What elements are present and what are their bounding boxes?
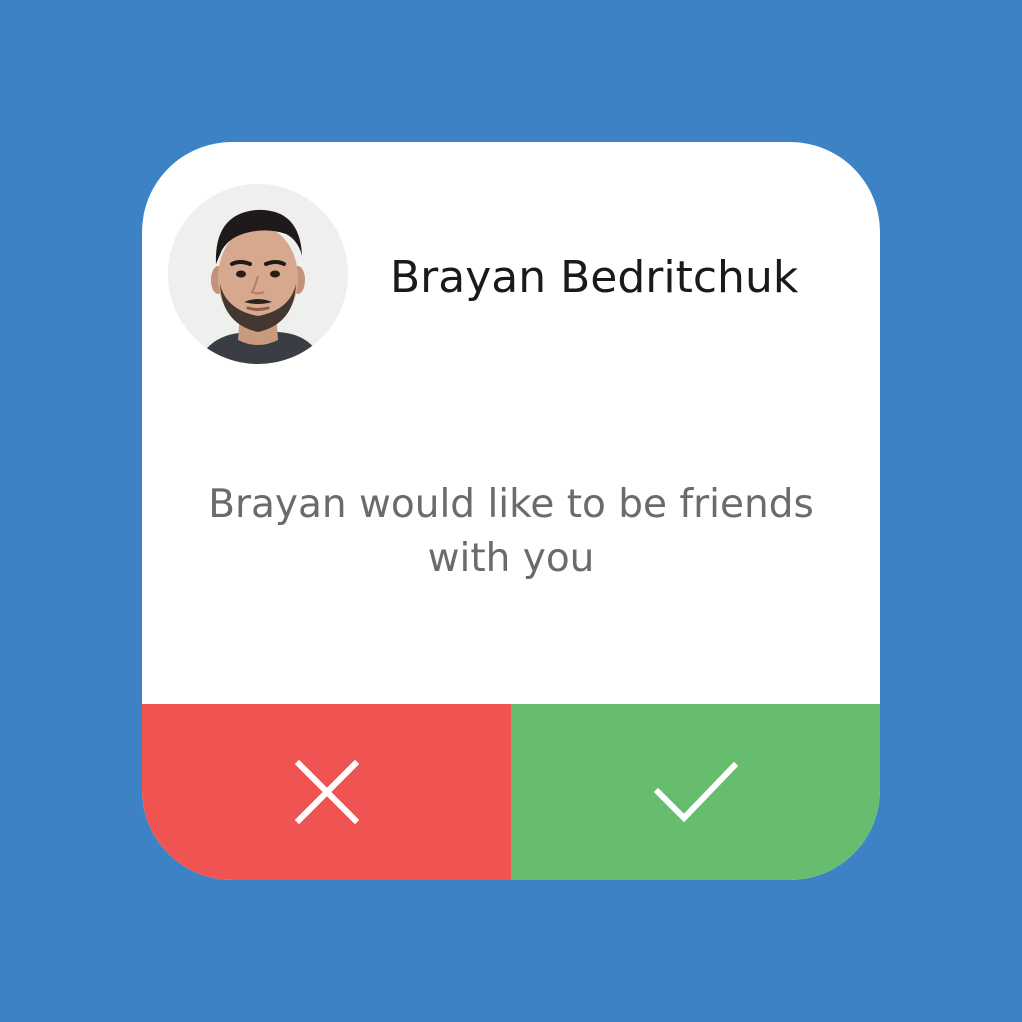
decline-button[interactable] bbox=[142, 704, 511, 880]
request-message: Brayan would like to be friends with you bbox=[208, 482, 814, 581]
profile-photo bbox=[168, 184, 348, 364]
friend-request-card: Brayan Bedritchuk Brayan would like to b… bbox=[142, 142, 880, 880]
user-name: Brayan Bedritchuk bbox=[390, 252, 799, 303]
checkmark-icon bbox=[653, 761, 738, 823]
action-bar bbox=[142, 704, 880, 880]
close-icon bbox=[294, 760, 359, 824]
accept-button[interactable] bbox=[511, 704, 880, 880]
avatar bbox=[168, 184, 348, 364]
